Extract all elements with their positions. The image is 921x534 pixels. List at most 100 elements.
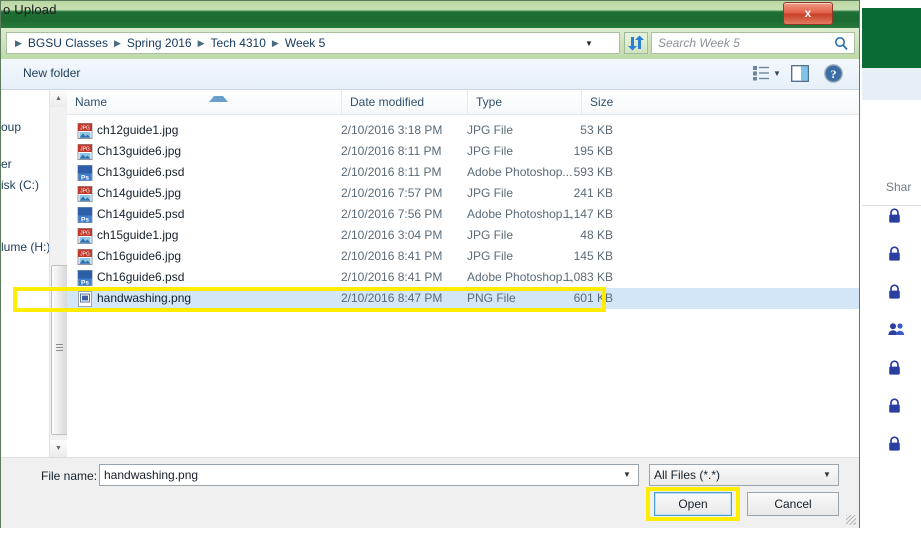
nav-item-0[interactable]: oup — [1, 120, 49, 134]
scrollbar-thumb[interactable] — [51, 265, 68, 435]
file-row[interactable]: JPG Ch14guide5.jpg 2/10/2016 7:57 PM JPG Fi… — [67, 183, 859, 204]
svg-text:JPG: JPG — [80, 251, 90, 257]
file-type-cell: JPG File — [467, 144, 514, 158]
background-subheader — [862, 68, 921, 100]
png-file-icon — [77, 291, 93, 307]
file-upload-dialog: o Upload x ▶ BGSU Classes ▶ Spring 2016 ▶ Tec… — [0, 0, 860, 528]
lock-icon — [888, 398, 921, 414]
file-row[interactable]: handwashing.png 2/10/2016 8:47 PM PNG File… — [67, 288, 859, 309]
file-row[interactable]: Ps Ch13guide6.psd 2/10/2016 8:11 PM Adobe P… — [67, 162, 859, 183]
psd-file-icon: Ps — [77, 207, 93, 224]
column-header-type[interactable]: Type — [467, 90, 581, 114]
lock-icon — [888, 246, 921, 262]
view-options-icon[interactable] — [753, 65, 770, 84]
file-date-cell: 2/10/2016 7:56 PM — [341, 207, 443, 221]
file-size-cell: 53 KB — [580, 123, 613, 137]
breadcrumb-separator-icon: ▶ — [113, 37, 121, 48]
background-green-header — [862, 8, 921, 68]
help-icon[interactable]: ? — [824, 64, 843, 86]
file-name-cell: Ch13guide6.psd — [97, 165, 185, 179]
scroll-up-arrow[interactable]: ▲ — [50, 90, 67, 107]
lock-icon — [888, 208, 921, 224]
breadcrumb[interactable]: ▶ BGSU Classes ▶ Spring 2016 ▶ Tech 4310 ▶ Week… — [6, 32, 620, 54]
file-type-select[interactable]: All Files (*.*) — [649, 464, 839, 486]
file-name-cell: ch12guide1.jpg — [97, 123, 179, 137]
new-folder-button[interactable]: New folder — [19, 65, 84, 81]
jpg-file-icon: JPG — [77, 228, 93, 244]
svg-text:?: ? — [831, 67, 837, 81]
file-name-cell: handwashing.png — [97, 291, 192, 305]
file-row[interactable]: JPG Ch16guide6.jpg 2/10/2016 8:41 PM JPG Fi… — [67, 246, 859, 267]
navigation-pane[interactable]: oup er isk (C:) lume (H:) — [1, 90, 49, 457]
file-list-pane[interactable]: Name Date modified Type Size JPG ch12guid… — [67, 90, 859, 457]
file-type-cell: JPG File — [467, 186, 514, 200]
nav-item-3[interactable]: lume (H:) — [1, 240, 49, 254]
file-name-dropdown-icon[interactable]: ▼ — [623, 470, 631, 479]
refresh-icon[interactable] — [624, 32, 648, 54]
address-bar-row: ▶ BGSU Classes ▶ Spring 2016 ▶ Tech 4310 ▶ Week… — [1, 28, 859, 59]
psd-file-icon: Ps — [77, 270, 93, 287]
dialog-titlebar: o Upload x — [1, 1, 859, 28]
breadcrumb-item-1[interactable]: Spring 2016 — [125, 36, 194, 50]
file-size-cell: 601 KB — [573, 291, 613, 305]
svg-text:JPG: JPG — [80, 125, 90, 131]
svg-text:JPG: JPG — [80, 230, 90, 236]
open-button[interactable]: Open — [654, 492, 732, 516]
file-date-cell: 2/10/2016 8:41 PM — [341, 270, 443, 284]
breadcrumb-item-2[interactable]: Tech 4310 — [209, 36, 268, 50]
column-header-name[interactable]: Name — [67, 90, 341, 114]
breadcrumb-item-3[interactable]: Week 5 — [283, 36, 327, 50]
breadcrumb-separator-icon: ▶ — [15, 37, 22, 48]
cancel-button[interactable]: Cancel — [747, 492, 839, 516]
file-date-cell: 2/10/2016 8:47 PM — [341, 291, 443, 305]
column-header-date-modified[interactable]: Date modified — [341, 90, 467, 114]
file-type-dropdown-icon[interactable]: ▼ — [823, 470, 831, 479]
jpg-file-icon: JPG — [77, 123, 93, 139]
search-icon — [834, 36, 849, 54]
nav-item-1[interactable]: er — [1, 157, 49, 171]
file-date-cell: 2/10/2016 8:41 PM — [341, 249, 443, 263]
file-size-cell: 241 KB — [573, 186, 613, 200]
file-row[interactable]: Ps Ch16guide6.psd 2/10/2016 8:41 PM Adobe P… — [67, 267, 859, 288]
file-size-cell: 1,083 KB — [563, 270, 613, 284]
preview-pane-icon[interactable] — [791, 65, 809, 85]
nav-item-2[interactable]: isk (C:) — [1, 178, 49, 192]
command-bar: New folder ▼ ? — [1, 59, 859, 90]
scroll-down-arrow[interactable]: ▼ — [50, 440, 67, 457]
breadcrumb-item-0[interactable]: BGSU Classes — [26, 36, 110, 50]
column-header-size[interactable]: Size — [581, 90, 681, 114]
file-name-cell: Ch13guide6.jpg — [97, 144, 182, 158]
jpg-file-icon: JPG — [77, 144, 93, 160]
lock-icon — [888, 360, 921, 376]
file-type-cell: PNG File — [467, 291, 516, 305]
svg-text:Ps: Ps — [81, 175, 89, 182]
file-name-cell: Ch16guide6.psd — [97, 270, 185, 284]
view-options-caret-icon[interactable]: ▼ — [773, 69, 781, 78]
file-date-cell: 2/10/2016 8:11 PM — [341, 165, 442, 179]
file-name-cell: Ch14guide5.psd — [97, 207, 185, 221]
file-row[interactable]: JPG ch12guide1.jpg 2/10/2016 3:18 PM JPG Fi… — [67, 120, 859, 141]
dialog-title: o Upload — [3, 2, 57, 17]
resize-grip[interactable] — [846, 515, 856, 525]
file-size-cell: 1,147 KB — [563, 207, 613, 221]
svg-text:Ps: Ps — [81, 280, 89, 287]
file-type-cell: JPG File — [467, 249, 514, 263]
file-date-cell: 2/10/2016 7:57 PM — [341, 186, 443, 200]
breadcrumb-dropdown-icon[interactable]: ▼ — [581, 36, 597, 52]
file-size-cell: 145 KB — [573, 249, 613, 263]
file-name-label: File name: — [41, 469, 98, 483]
file-row[interactable]: JPG ch15guide1.jpg 2/10/2016 3:04 PM JPG Fi… — [67, 225, 859, 246]
search-input[interactable]: Search Week 5 — [651, 32, 855, 54]
background-share-column-header: Shar — [862, 180, 921, 206]
column-header-row: Name Date modified Type Size — [67, 90, 859, 115]
navigation-pane-scrollbar[interactable]: ▲ ▼ — [49, 90, 68, 457]
file-name-input[interactable]: handwashing.png — [99, 464, 639, 486]
jpg-file-icon: JPG — [77, 186, 93, 202]
file-name-cell: ch15guide1.jpg — [97, 228, 179, 242]
file-row[interactable]: Ps Ch14guide5.psd 2/10/2016 7:56 PM Adobe P… — [67, 204, 859, 225]
close-button[interactable]: x — [783, 2, 833, 25]
scrollbar-grip — [56, 344, 63, 351]
file-row[interactable]: JPG Ch13guide6.jpg 2/10/2016 8:11 PM JPG Fi… — [67, 141, 859, 162]
svg-text:JPG: JPG — [80, 146, 90, 152]
jpg-file-icon: JPG — [77, 249, 93, 265]
